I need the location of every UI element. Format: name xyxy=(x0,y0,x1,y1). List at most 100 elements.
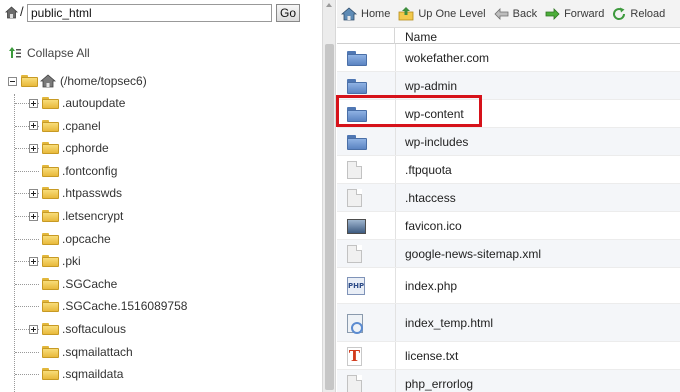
column-divider xyxy=(395,156,396,183)
folder-icon xyxy=(42,300,59,313)
expand-toggle-icon[interactable] xyxy=(29,256,38,266)
tree-folder-item[interactable]: .cphorde xyxy=(29,139,109,157)
column-divider xyxy=(395,100,396,127)
expand-toggle-icon[interactable] xyxy=(29,211,38,221)
go-button[interactable]: Go xyxy=(276,4,300,22)
scroll-up-arrow-icon[interactable] xyxy=(326,3,332,7)
reload-label: Reload xyxy=(630,7,666,20)
collapse-all-link[interactable]: Collapse All xyxy=(8,46,90,60)
expand-toggle-icon[interactable] xyxy=(29,324,38,334)
file-row[interactable]: .htaccess xyxy=(337,184,680,212)
tree-folder-label: .opcache xyxy=(62,231,111,246)
path-separator: / xyxy=(20,4,24,19)
php-icon: PHP xyxy=(347,277,365,295)
folder-tree-pane: / Go Collapse All (/home/topsec6) . xyxy=(0,0,322,392)
file-name: wp-includes xyxy=(405,135,469,149)
tree-folder-item[interactable]: .sqmailattach xyxy=(42,343,133,361)
tree-scrollbar[interactable] xyxy=(322,0,336,392)
home-label: Home xyxy=(361,7,391,20)
up-one-level-button[interactable]: Up One Level xyxy=(394,3,489,25)
folder-icon xyxy=(42,232,59,245)
tree-folder-item[interactable]: .pki xyxy=(29,252,81,270)
text-icon: T xyxy=(347,347,362,366)
column-divider xyxy=(395,44,396,71)
file-row[interactable]: Tlicense.txt xyxy=(337,342,680,370)
tree-folder-label: .autoupdate xyxy=(62,96,126,110)
column-divider xyxy=(395,370,396,392)
file-row[interactable]: .ftpquota xyxy=(337,156,680,184)
file-name: wokefather.com xyxy=(405,51,490,65)
forward-button[interactable]: Forward xyxy=(541,3,608,25)
tree-folder-label: .cpanel xyxy=(62,118,101,133)
file-list: Name wokefather.com wp-admin wp-content wp-… xyxy=(337,28,680,392)
tree-folder-item[interactable]: .opcache xyxy=(42,230,111,248)
file-icon xyxy=(347,161,362,179)
folder-icon xyxy=(42,142,59,155)
file-name: .htaccess xyxy=(405,191,456,205)
expand-toggle-icon[interactable] xyxy=(29,121,38,131)
tree-folder-item[interactable]: .SGCache xyxy=(42,275,117,293)
back-label: Back xyxy=(512,7,538,20)
folder-icon xyxy=(347,107,367,122)
file-name: google-news-sitemap.xml xyxy=(405,247,542,261)
file-row[interactable]: favicon.ico xyxy=(337,212,680,240)
column-divider xyxy=(395,342,396,369)
home-icon[interactable] xyxy=(5,6,18,19)
tree-folder-item[interactable]: .htpasswds xyxy=(29,184,122,202)
tree-root-home[interactable]: (/home/topsec6) xyxy=(8,73,147,89)
tree-folder-item[interactable]: .autoupdate xyxy=(29,94,125,112)
reload-icon xyxy=(613,7,626,20)
file-name: wp-admin xyxy=(405,79,458,93)
icon-column-header[interactable] xyxy=(337,28,395,44)
tree-folder-label: .letsencrypt xyxy=(62,209,124,223)
tree-folder-label: .htpasswds xyxy=(62,186,123,201)
home-button[interactable]: Home xyxy=(337,3,394,25)
path-input[interactable] xyxy=(27,4,272,22)
folder-icon xyxy=(347,51,367,66)
file-name: php_errorlog xyxy=(405,377,474,391)
home-icon xyxy=(40,74,56,88)
folder-icon xyxy=(42,323,59,335)
folder-icon xyxy=(42,187,59,200)
tree-root-label: (/home/topsec6) xyxy=(60,74,147,88)
expand-toggle-icon[interactable] xyxy=(29,98,38,108)
folder-icon xyxy=(42,368,59,381)
forward-label: Forward xyxy=(564,7,605,20)
tree-folder-item[interactable]: .sqmaildata xyxy=(42,365,123,383)
tree-folder-item[interactable]: .SGCache.1516089758 xyxy=(42,297,187,315)
column-divider xyxy=(395,184,396,211)
back-button[interactable]: Back xyxy=(490,3,541,25)
tree-folder-item[interactable]: .fontconfig xyxy=(42,162,117,180)
folder-icon xyxy=(42,164,59,177)
name-column-header[interactable]: Name xyxy=(405,30,437,44)
tree-folder-label: .pki xyxy=(62,254,81,269)
folder-icon xyxy=(347,79,367,94)
collapse-toggle-icon[interactable] xyxy=(8,76,17,86)
tree-folder-label: .SGCache xyxy=(62,276,118,291)
tree-folder-item[interactable]: .cpanel xyxy=(29,117,101,135)
file-row[interactable]: wokefather.com xyxy=(337,44,680,72)
image-icon xyxy=(347,219,366,234)
up-level-icon xyxy=(398,6,414,20)
forward-arrow-icon xyxy=(545,7,560,20)
file-row[interactable]: wp-admin xyxy=(337,72,680,100)
file-row[interactable]: wp-includes xyxy=(337,128,680,156)
column-divider xyxy=(395,72,396,99)
file-row[interactable]: wp-content xyxy=(337,100,680,128)
expand-toggle-icon[interactable] xyxy=(29,188,38,198)
file-icon xyxy=(347,189,362,207)
reload-button[interactable]: Reload xyxy=(608,3,669,25)
file-row[interactable]: PHP index.php xyxy=(337,268,680,304)
file-icon xyxy=(347,245,362,263)
file-row[interactable]: php_errorlog xyxy=(337,370,680,392)
expand-toggle-icon[interactable] xyxy=(29,143,38,153)
tree-folder-item[interactable]: .softaculous xyxy=(29,320,126,338)
tree-folder-item[interactable]: .letsencrypt xyxy=(29,207,123,225)
file-row[interactable]: index_temp.html xyxy=(337,304,680,342)
scrollbar-thumb[interactable] xyxy=(325,44,334,390)
collapse-all-label: Collapse All xyxy=(27,46,90,60)
file-name: .ftpquota xyxy=(405,163,452,177)
file-row[interactable]: google-news-sitemap.xml xyxy=(337,240,680,268)
file-name: index.php xyxy=(405,279,458,293)
back-arrow-icon xyxy=(494,7,509,20)
